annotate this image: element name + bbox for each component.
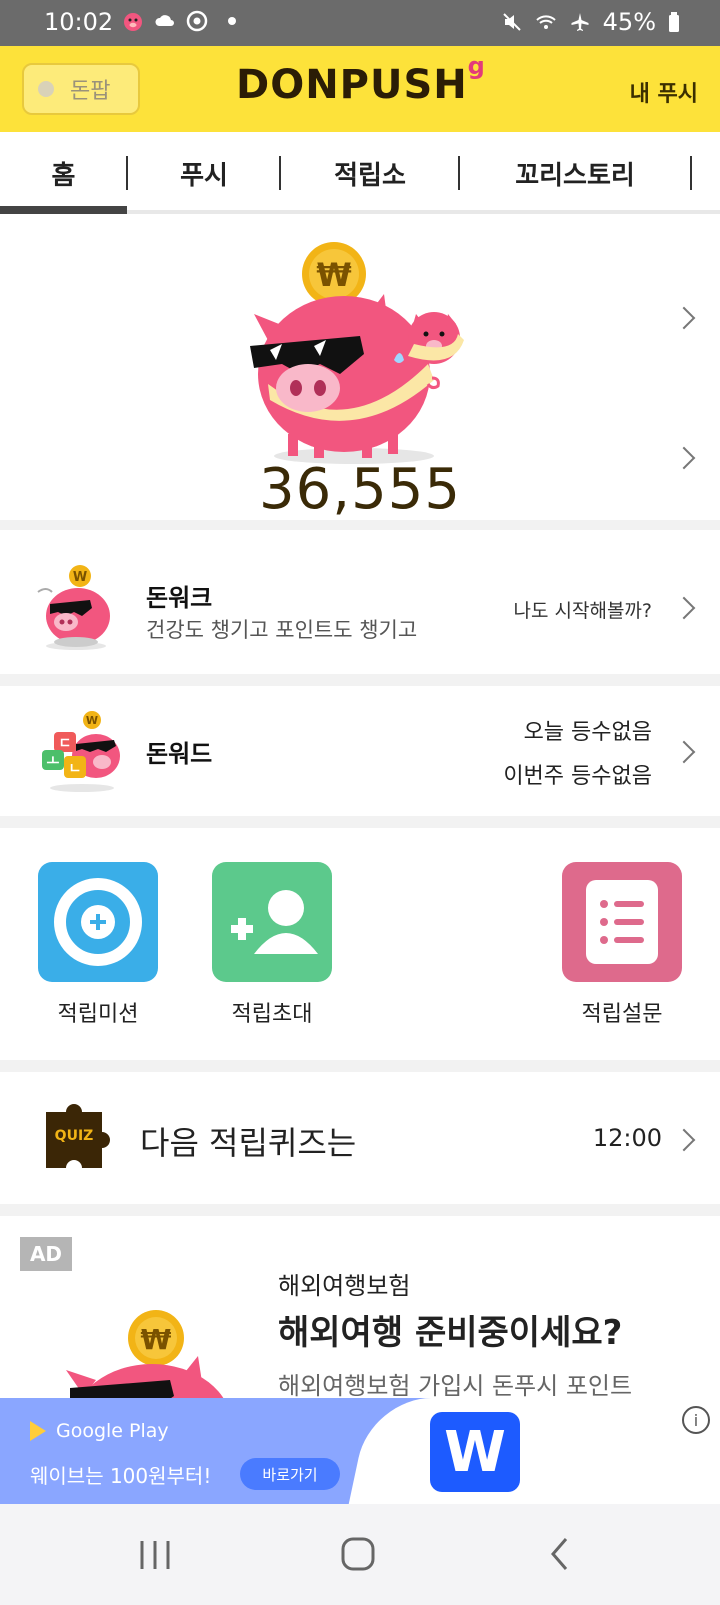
tab-push[interactable]: 푸시 <box>128 132 280 214</box>
donwalk-pig-icon: W <box>37 565 110 650</box>
logo-text: DONPUSH <box>236 62 468 108</box>
savings-survey-tile <box>562 862 682 982</box>
home-icon[interactable] <box>340 1536 376 1572</box>
point-balance: 36,555 <box>259 457 461 522</box>
svg-text:ㄴ: ㄴ <box>69 761 82 777</box>
google-play-label: Google Play <box>30 1420 169 1442</box>
svg-text:₩: ₩ <box>141 1323 172 1356</box>
shortcut-savings-mission[interactable]: 적립미션 <box>18 828 178 1060</box>
system-nav-bar <box>0 1504 720 1605</box>
shortcut-savings-survey[interactable]: 적립설문 <box>542 828 702 1060</box>
banner-copyright: © Content Wavve Corp. <box>610 1493 706 1502</box>
status-icons-left <box>122 10 236 32</box>
google-play-text: Google Play <box>56 1420 169 1442</box>
piggy-bank-mascot-icon: ₩ <box>250 242 464 464</box>
battery-icon <box>669 12 679 32</box>
donwalk-cta-text: 나도 시작해볼까? <box>513 600 653 622</box>
ad-category: 해외여행보험 <box>278 1272 411 1300</box>
my-push-link[interactable]: 내 푸시 <box>630 76 698 108</box>
section-divider <box>0 1060 720 1072</box>
wavve-banner-ad[interactable]: Google Play 웨이브는 100원부터! 바로가기 W wavve i … <box>0 1398 720 1504</box>
recent-apps-icon[interactable] <box>138 1538 172 1572</box>
app-logo: DONPUSH g <box>236 52 485 108</box>
cloud-icon <box>155 15 174 26</box>
quiz-puzzle-icon: QUIZ <box>46 1104 110 1168</box>
svg-text:₩: ₩ <box>316 256 351 294</box>
list-document-icon <box>586 880 658 964</box>
tab-divider <box>690 156 692 190</box>
section-divider <box>0 1204 720 1216</box>
quiz-text: 다음 적립퀴즈는 <box>140 1124 357 1162</box>
donword-row[interactable]: W ㄷ ㅗ ㄴ 돈워드 오늘 등수없음 이번주 등수없음 <box>0 686 720 816</box>
airplane-icon <box>571 13 589 31</box>
svg-text:QUIZ: QUIZ <box>55 1128 94 1144</box>
shortcut-grid: 적립미션 적립초대 적립설문 <box>0 828 720 1060</box>
chevron-right-icon <box>672 596 696 620</box>
toggle-dot-icon <box>38 81 54 97</box>
donword-title: 돈워드 <box>146 740 213 768</box>
chrome-icon <box>186 10 208 32</box>
quiz-row[interactable]: QUIZ 다음 적립퀴즈는 12:00 <box>0 1072 720 1204</box>
savings-mission-tile <box>38 862 158 982</box>
back-icon[interactable] <box>548 1536 572 1572</box>
shortcut-savings-invite[interactable]: 적립초대 <box>192 828 352 1060</box>
battery-percent: 45% <box>602 8 656 36</box>
donword-rank-week: 이번주 등수없음 <box>503 764 652 789</box>
donpop-label: 돈팝 <box>70 79 111 104</box>
wifi-icon <box>535 15 556 29</box>
mute-icon <box>502 13 521 31</box>
donpop-toggle[interactable]: 돈팝 <box>22 63 140 115</box>
donwalk-row[interactable]: W 돈워크 건강도 챙기고 포인트도 챙기고 나도 시작해볼까? <box>0 540 720 674</box>
donword-pig-icon: W ㄷ ㅗ ㄴ <box>42 711 120 792</box>
ad-pig-icon: ₩ <box>66 1310 228 1406</box>
tab-savings[interactable]: 적립소 <box>281 132 459 214</box>
donwalk-subtitle: 건강도 챙기고 포인트도 챙기고 <box>146 618 418 642</box>
ad-info-icon[interactable]: i <box>682 1406 710 1434</box>
ad-badge: AD <box>20 1237 72 1271</box>
shortcut-label: 적립미션 <box>57 1002 139 1027</box>
tab-tail-story[interactable]: 꼬리스토리 <box>460 132 690 214</box>
active-tab-indicator <box>0 206 127 214</box>
google-play-icon <box>30 1421 46 1441</box>
tab-home[interactable]: 홈 <box>0 132 127 214</box>
wavve-app-icon: W <box>430 1412 520 1492</box>
plus-circle-icon <box>54 878 142 966</box>
chevron-right-icon <box>672 740 696 764</box>
donwalk-title: 돈워크 <box>146 584 213 612</box>
pig-app-icon <box>124 13 142 31</box>
app-header: 돈팝 DONPUSH g 내 푸시 <box>0 46 720 132</box>
shortcut-label: 적립설문 <box>581 1002 663 1027</box>
svg-text:W: W <box>73 570 87 585</box>
chevron-right-icon[interactable] <box>672 306 696 330</box>
balance-card[interactable]: ₩ 36,555 <box>0 214 720 530</box>
banner-tagline: 웨이브는 100원부터! <box>30 1464 212 1488</box>
savings-invite-tile <box>212 862 332 982</box>
svg-text:W: W <box>86 714 98 727</box>
status-icons-right: 45% <box>501 8 680 36</box>
donword-rank-today: 오늘 등수없음 <box>523 720 652 745</box>
ad-description: 해외여행보험 가입시 돈푸시 포인트 <box>278 1372 633 1400</box>
wavve-wordmark: wavve <box>602 1434 710 1469</box>
status-time: 10:02 <box>44 8 114 36</box>
chevron-right-icon <box>672 1128 696 1152</box>
section-divider <box>0 816 720 828</box>
main-tabs: 홈 푸시 적립소 꼬리스토리 <box>0 132 720 214</box>
shortcut-label: 적립초대 <box>231 1002 313 1027</box>
logo-superscript: g <box>467 52 486 80</box>
banner-go-button[interactable]: 바로가기 <box>240 1458 340 1490</box>
ad-title[interactable]: 해외여행 준비중이세요? <box>278 1305 622 1354</box>
status-bar: 10:02 45% <box>0 0 720 46</box>
svg-text:ㄷ: ㄷ <box>59 736 72 752</box>
quiz-time: 12:00 <box>592 1124 662 1152</box>
section-divider <box>0 674 720 686</box>
svg-text:ㅗ: ㅗ <box>47 754 60 770</box>
dot-icon <box>228 17 236 25</box>
add-user-icon <box>231 890 318 954</box>
